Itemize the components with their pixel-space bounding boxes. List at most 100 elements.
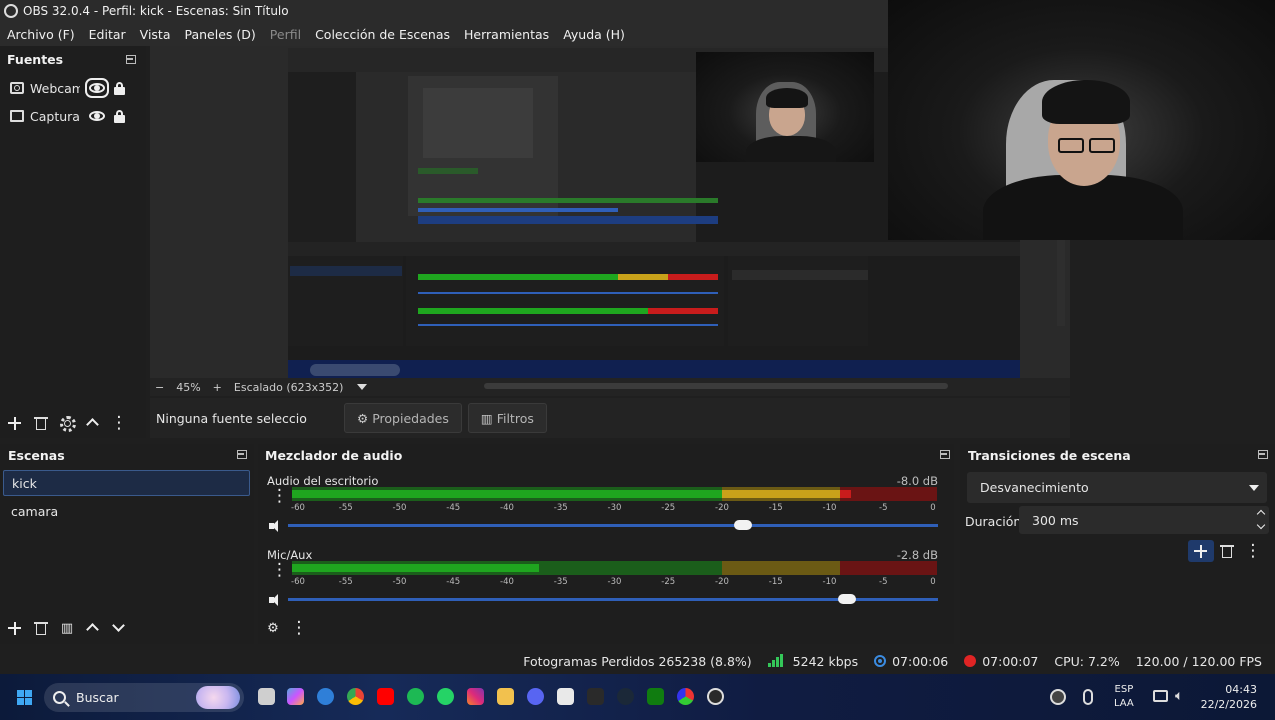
duration-spinbox[interactable]: 300 ms: [1019, 506, 1269, 534]
taskbar-search[interactable]: Buscar: [44, 683, 244, 712]
channel-menu-icon[interactable]: ⋮: [271, 560, 288, 580]
meter-ticks: -60 -55 -50 -45 -40 -35 -30 -25 -20 -15 -10 -5 0: [291, 577, 937, 589]
duration-value: 300 ms: [1032, 512, 1079, 528]
channel-db: -8.0 dB: [896, 474, 938, 488]
sources-title: Fuentes: [7, 52, 64, 67]
task-view-icon[interactable]: [258, 688, 275, 705]
spin-down-icon[interactable]: [1256, 520, 1266, 530]
visibility-eye-icon[interactable]: [85, 78, 109, 98]
menu-vista[interactable]: Vista: [140, 27, 171, 42]
lock-icon[interactable]: [114, 81, 125, 95]
remove-transition-button[interactable]: [1214, 540, 1240, 562]
volume-slider-track[interactable]: [288, 524, 938, 527]
scene-filters-icon[interactable]: ▥: [54, 617, 80, 639]
settings-app-icon[interactable]: [317, 688, 334, 705]
chrome-icon[interactable]: [347, 688, 364, 705]
mixer-title: Mezclador de audio: [265, 448, 403, 463]
scene-label: kick: [12, 475, 37, 491]
meter-tick-label: -60: [291, 577, 305, 587]
menu-paneles[interactable]: Paneles (D): [185, 27, 256, 42]
source-properties-button[interactable]: [54, 412, 80, 434]
scene-item-kick[interactable]: kick: [3, 470, 250, 496]
nested-webcam-feed: [696, 52, 874, 162]
clock-time: 04:43: [1225, 683, 1257, 696]
obs-taskbar-icon[interactable]: [707, 688, 724, 705]
zoom-in-button[interactable]: +: [213, 381, 222, 394]
zoom-level: 45%: [176, 380, 201, 394]
youtube-icon[interactable]: [377, 688, 394, 705]
transition-more-button[interactable]: [1240, 540, 1266, 562]
scaling-dropdown-caret-icon[interactable]: [357, 384, 368, 390]
meter-ticks: -60 -55 -50 -45 -40 -35 -30 -25 -20 -15 -10 -5 0: [291, 503, 937, 515]
microphone-icon[interactable]: [1083, 689, 1093, 705]
visibility-eye-icon[interactable]: [89, 110, 105, 122]
advanced-audio-settings-icon[interactable]: ⚙: [260, 617, 286, 639]
store-icon[interactable]: [557, 688, 574, 705]
discord-icon[interactable]: [527, 688, 544, 705]
undock-icon[interactable]: [1258, 450, 1268, 459]
menu-coleccion-escenas[interactable]: Colección de Escenas: [315, 27, 450, 42]
meter-tick-label: -35: [553, 577, 568, 587]
color-app-icon[interactable]: [677, 688, 694, 705]
meter-tick-label: -10: [822, 503, 837, 513]
lang-top: ESP: [1114, 684, 1134, 695]
undock-icon[interactable]: [237, 450, 247, 459]
channel-menu-icon[interactable]: ⋮: [271, 486, 288, 506]
epic-games-icon[interactable]: [587, 688, 604, 705]
file-explorer-icon[interactable]: [497, 688, 514, 705]
add-transition-button[interactable]: [1188, 540, 1214, 562]
windows-start-icon[interactable]: [17, 690, 32, 705]
lock-icon[interactable]: [114, 109, 125, 123]
filters-button[interactable]: ▥ Filtros: [467, 403, 547, 433]
speaker-icon[interactable]: [269, 520, 284, 532]
mixer-more-button[interactable]: [286, 617, 312, 639]
taskbar-clock[interactable]: 04:43 22/2/2026: [1201, 682, 1257, 712]
menu-archivo[interactable]: Archivo (F): [7, 27, 75, 42]
menu-perfil[interactable]: Perfil: [270, 27, 301, 42]
undock-icon[interactable]: [940, 450, 950, 459]
scenes-title: Escenas: [8, 448, 65, 463]
move-scene-down-button[interactable]: [106, 617, 132, 639]
speaker-icon[interactable]: [269, 594, 284, 606]
volume-slider-handle[interactable]: [838, 594, 856, 604]
meter-zone: [840, 487, 937, 501]
scene-item-camara[interactable]: camara: [3, 498, 250, 524]
instagram-icon[interactable]: [467, 688, 484, 705]
tray-obs-icon[interactable]: [1050, 689, 1066, 705]
network-icon[interactable]: [1153, 690, 1168, 702]
source-more-button[interactable]: [106, 412, 132, 434]
preview-horizontal-scrollbar[interactable]: [484, 383, 948, 389]
move-source-up-button[interactable]: [80, 412, 106, 434]
volume-slider-handle[interactable]: [734, 520, 752, 530]
spotify-icon[interactable]: [407, 688, 424, 705]
properties-button[interactable]: ⚙ Propiedades: [344, 403, 462, 433]
menu-herramientas[interactable]: Herramientas: [464, 27, 549, 42]
language-indicator[interactable]: ESP LAA: [1114, 683, 1134, 711]
scenes-dock: Escenas kick camara ▥: [0, 444, 254, 644]
meter-tick-label: -15: [768, 577, 783, 587]
bitrate-value: 5242 kbps: [792, 653, 859, 669]
transition-select[interactable]: Desvanecimiento: [967, 472, 1267, 503]
add-scene-button[interactable]: [2, 617, 28, 639]
copilot-icon[interactable]: [287, 688, 304, 705]
mixer-channel-desktop: Audio del escritorio -8.0 dB ⋮ -60 -55 -50…: [258, 474, 954, 544]
undock-icon[interactable]: [126, 55, 136, 64]
steam-icon[interactable]: [617, 688, 634, 705]
xbox-icon[interactable]: [647, 688, 664, 705]
remove-source-button[interactable]: [28, 412, 54, 434]
lang-bottom: LAA: [1114, 698, 1134, 709]
menu-editar[interactable]: Editar: [89, 27, 126, 42]
menu-ayuda[interactable]: Ayuda (H): [563, 27, 625, 42]
move-scene-up-button[interactable]: [80, 617, 106, 639]
volume-icon[interactable]: 🔈︎: [1175, 689, 1190, 704]
remove-scene-button[interactable]: [28, 617, 54, 639]
meter-tick-label: -50: [392, 503, 407, 513]
whatsapp-icon[interactable]: [437, 688, 454, 705]
zoom-out-button[interactable]: −: [155, 381, 164, 394]
add-source-button[interactable]: [2, 412, 28, 434]
no-source-label: Ninguna fuente seleccionada: [156, 410, 308, 426]
search-icon: [53, 691, 66, 704]
spin-up-icon[interactable]: [1256, 509, 1266, 519]
source-item-webcam[interactable]: Webcam: [0, 75, 146, 101]
source-item-captura[interactable]: Captura d: [0, 103, 146, 129]
